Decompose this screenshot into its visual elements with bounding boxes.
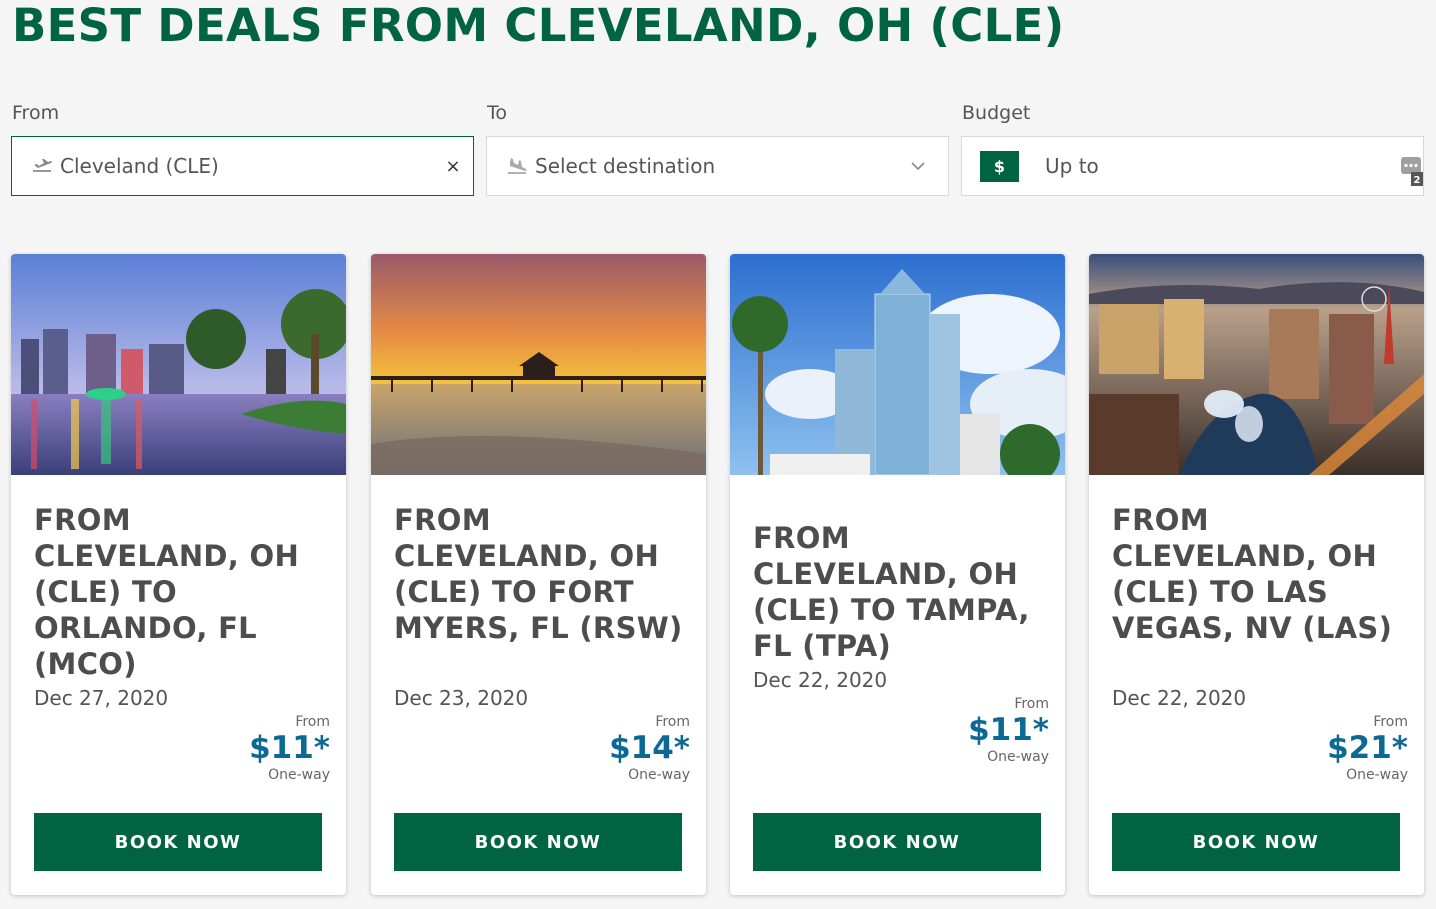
fort-myers-pier-image [371,254,706,475]
card-date: Dec 27, 2020 [34,686,169,710]
destination-placeholder: Select destination [535,154,716,178]
orlando-skyline-image [11,254,346,475]
from-field[interactable]: Cleveland (CLE) × [11,136,474,196]
destination-select[interactable]: Select destination [486,136,949,196]
plane-departure-icon [33,159,52,172]
price-from-label: From [1014,696,1049,712]
price-note: One-way [1346,767,1408,783]
book-now-button[interactable]: BOOK NOW [753,813,1041,871]
card-title: FROM CLEVELAND, OH (CLE) TO LAS VEGAS, N… [1112,503,1393,645]
deal-card-tampa[interactable]: FROM CLEVELAND, OH (CLE) TO TAMPA, FL (T… [730,254,1065,895]
page-title: BEST DEALS FROM CLEVELAND, OH (CLE) [12,0,1065,52]
plane-arrival-icon [508,158,527,174]
price-block: From $11* One-way [909,696,1049,766]
svg-text:2: 2 [1414,175,1421,186]
from-value[interactable]: Cleveland (CLE) [60,154,433,178]
budget-input[interactable]: Up to [1045,154,1423,178]
book-now-button[interactable]: BOOK NOW [394,813,682,871]
book-now-button[interactable]: BOOK NOW [34,813,322,871]
price-from-label: From [1373,714,1408,730]
price-block: From $21* One-way [1268,714,1408,784]
book-now-button[interactable]: BOOK NOW [1112,813,1400,871]
deal-card-orlando[interactable]: FROM CLEVELAND, OH (CLE) TO ORLANDO, FL … [11,254,346,895]
price-block: From $11* One-way [190,714,330,784]
from-label: From [12,102,60,124]
price-note: One-way [987,749,1049,765]
clear-icon[interactable]: × [433,156,473,177]
price-block: From $14* One-way [550,714,690,784]
card-title: FROM CLEVELAND, OH (CLE) TO ORLANDO, FL … [34,503,300,681]
deal-card-las-vegas[interactable]: FROM CLEVELAND, OH (CLE) TO LAS VEGAS, N… [1089,254,1424,895]
password-manager-icon[interactable]: 2 [1401,157,1423,187]
las-vegas-strip-image [1089,254,1424,475]
card-title: FROM CLEVELAND, OH (CLE) TO TAMPA, FL (T… [753,521,1030,663]
tampa-tower-image [730,254,1065,475]
price-from-label: From [655,714,690,730]
budget-field[interactable]: $ Up to 2 [961,136,1424,196]
budget-label: Budget [962,102,1031,124]
card-date: Dec 23, 2020 [394,686,529,710]
price-amount: $14* [609,730,690,766]
dollar-badge: $ [980,150,1019,182]
price-amount: $21* [1327,730,1408,766]
card-date: Dec 22, 2020 [753,668,888,692]
price-note: One-way [268,767,330,783]
chevron-down-icon[interactable] [906,154,930,178]
card-title: FROM CLEVELAND, OH (CLE) TO FORT MYERS, … [394,503,683,645]
card-date: Dec 22, 2020 [1112,686,1247,710]
price-amount: $11* [249,730,330,766]
deal-card-fort-myers[interactable]: FROM CLEVELAND, OH (CLE) TO FORT MYERS, … [371,254,706,895]
price-from-label: From [295,714,330,730]
to-label: To [487,102,508,124]
price-note: One-way [628,767,690,783]
price-amount: $11* [968,712,1049,748]
